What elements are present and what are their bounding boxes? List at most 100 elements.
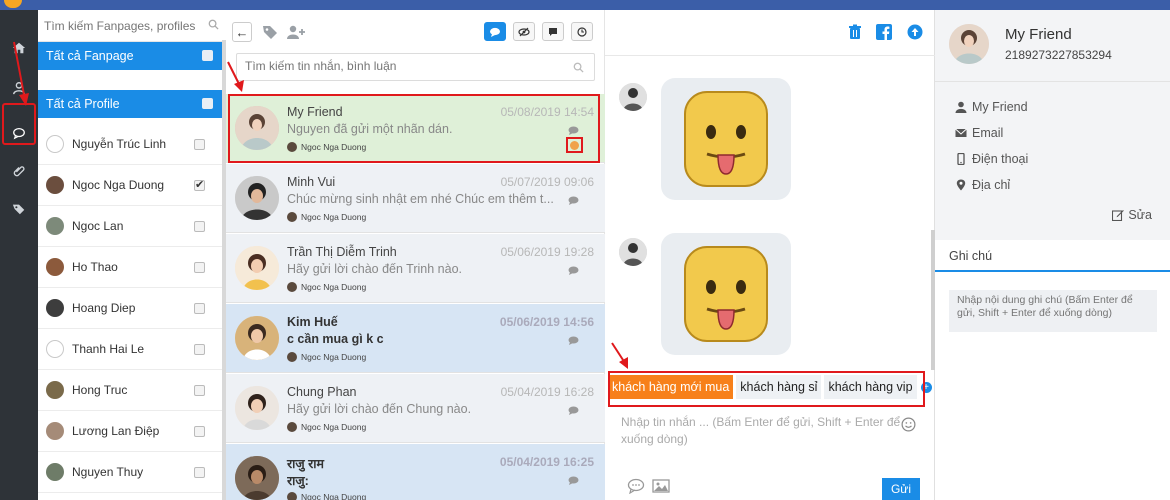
send-button[interactable]: Gửi — [882, 478, 920, 500]
profile-row[interactable]: Nguyen Thuy — [38, 452, 223, 493]
search-icon[interactable] — [573, 62, 584, 73]
add-user-icon[interactable] — [286, 24, 306, 40]
quick-reply-icon[interactable] — [627, 478, 645, 494]
field-name-value: My Friend — [972, 100, 1028, 114]
search-icon[interactable] — [208, 19, 219, 30]
filter-time-button[interactable] — [571, 22, 593, 41]
avatar — [619, 238, 647, 266]
conversation-name: Chung Phan — [287, 385, 357, 399]
emoji-icon[interactable] — [901, 417, 916, 432]
field-email: Email — [955, 126, 1003, 140]
conversation-item[interactable]: राजु राम 05/04/2019 16:25 राजु: Ngoc Nga… — [226, 444, 605, 500]
assigned-agent: Ngoc Nga Duong — [287, 492, 366, 500]
avatar — [46, 217, 64, 235]
agent-avatar — [287, 352, 297, 362]
clock-icon — [577, 26, 587, 37]
conversation-preview: Chúc mừng sinh nhật em nhé Chúc em thêm … — [287, 192, 554, 206]
back-button[interactable]: ← — [232, 22, 252, 42]
fanpage-group-header[interactable]: Tất cả Fanpage — [38, 42, 223, 70]
tags-icon[interactable] — [6, 196, 32, 222]
profile-checkbox[interactable] — [194, 384, 205, 396]
profile-checkbox[interactable] — [194, 302, 205, 314]
field-name: My Friend — [955, 100, 1028, 114]
avatar — [46, 340, 64, 358]
top-bar — [0, 0, 1170, 10]
chat-header — [605, 10, 935, 56]
phone-icon — [957, 153, 965, 165]
agent-avatar — [287, 212, 297, 222]
assigned-agent: Ngoc Nga Duong — [287, 282, 366, 292]
agent-name: Ngoc Nga Duong — [301, 492, 367, 500]
filter-comments-button[interactable] — [542, 22, 564, 41]
upload-icon[interactable] — [907, 24, 923, 40]
avatar — [46, 463, 64, 481]
profile-checkbox[interactable] — [194, 220, 205, 232]
conversation-search-input[interactable] — [245, 59, 565, 73]
profile-row[interactable]: Lương Lan Điệp — [38, 411, 223, 452]
avatar — [46, 422, 64, 440]
conversation-search — [236, 53, 595, 81]
conversation-item[interactable]: Kim Huế 05/06/2019 14:56 c cần mua gì k … — [226, 304, 605, 373]
profile-name: Ho Thao — [72, 260, 118, 274]
avatar — [235, 456, 279, 500]
profile-checkbox[interactable] — [194, 138, 205, 150]
profile-row[interactable]: Ngoc Lan — [38, 206, 223, 247]
edit-profile-button[interactable]: Sửa — [1112, 208, 1152, 222]
conversation-preview: Hãy gửi lời chào đến Trinh nào. — [287, 262, 462, 276]
pages-search-input[interactable] — [44, 16, 204, 36]
profile-row[interactable]: Hong Truc — [38, 370, 223, 411]
avatar — [46, 176, 64, 194]
profile-checkbox[interactable] — [194, 425, 205, 437]
facebook-icon[interactable] — [876, 24, 892, 40]
chat-panel: khách hàng mới mua khách hàng sỉ khách h… — [605, 10, 935, 500]
conversation-item[interactable]: Minh Vui 05/07/2019 09:06 Chúc mừng sinh… — [226, 164, 605, 233]
profile-row[interactable]: Hoang Diep — [38, 288, 223, 329]
eye-slash-icon — [518, 27, 530, 36]
profile-name: Ngoc Lan — [72, 219, 124, 233]
profile-checkbox[interactable] — [194, 178, 205, 191]
user-icon — [955, 101, 967, 113]
trash-icon[interactable] — [847, 24, 863, 40]
tab-notes[interactable]: Ghi chú — [935, 240, 1170, 272]
conversation-item[interactable]: Trần Thị Diễm Trinh 05/06/2019 19:28 Hãy… — [226, 234, 605, 303]
agent-name: Ngoc Nga Duong — [301, 282, 367, 292]
profile-group-header[interactable]: Tất cả Profile — [38, 90, 223, 118]
conversation-item[interactable]: Chung Phan 05/04/2019 16:28 Hãy gửi lời … — [226, 374, 605, 443]
comment-icon — [568, 476, 579, 485]
chat-icon — [490, 27, 500, 37]
profile-row[interactable]: Ho Thao — [38, 247, 223, 288]
message-input[interactable] — [621, 414, 911, 454]
field-address-value: Địa chỉ — [972, 178, 1011, 192]
conversation-name: Minh Vui — [287, 175, 336, 189]
avatar — [46, 135, 64, 153]
profile-name: My Friend — [1005, 26, 1072, 43]
filter-messages-button[interactable] — [484, 22, 506, 41]
edit-label: Sửa — [1128, 208, 1152, 222]
agent-avatar — [287, 282, 297, 292]
profile-checkbox[interactable] — [194, 343, 205, 355]
pages-panel: Tất cả Fanpage Tất cả Profile Nguyễn Trú… — [38, 10, 223, 500]
profile-name: Nguyen Thuy — [72, 465, 144, 479]
notes-input[interactable] — [949, 290, 1157, 332]
profile-group-checkbox[interactable] — [202, 98, 213, 109]
profile-row[interactable]: Ngoc Nga Duong — [38, 165, 223, 206]
avatar — [46, 258, 64, 276]
image-icon[interactable] — [652, 478, 670, 494]
avatar — [235, 316, 279, 360]
edit-icon — [1112, 210, 1125, 221]
profile-row[interactable]: Nguyễn Trúc Linh — [38, 124, 223, 165]
filter-unread-button[interactable] — [513, 22, 535, 41]
profile-header: My Friend 2189273227853294 — [935, 10, 1170, 82]
tag-icon[interactable] — [262, 24, 278, 40]
fanpage-group-checkbox[interactable] — [202, 50, 213, 61]
conversation-date: 05/04/2019 16:28 — [500, 385, 594, 399]
profile-row[interactable]: Thanh Hai Le — [38, 329, 223, 370]
paperclip-icon[interactable] — [6, 158, 32, 184]
profile-group-label: Tất cả Profile — [46, 97, 120, 111]
avatar — [235, 176, 279, 220]
profile-checkbox[interactable] — [194, 466, 205, 478]
sticker-message[interactable] — [661, 233, 791, 355]
agent-name: Ngoc Nga Duong — [301, 352, 367, 362]
sticker-message[interactable] — [661, 78, 791, 200]
profile-checkbox[interactable] — [194, 261, 205, 273]
